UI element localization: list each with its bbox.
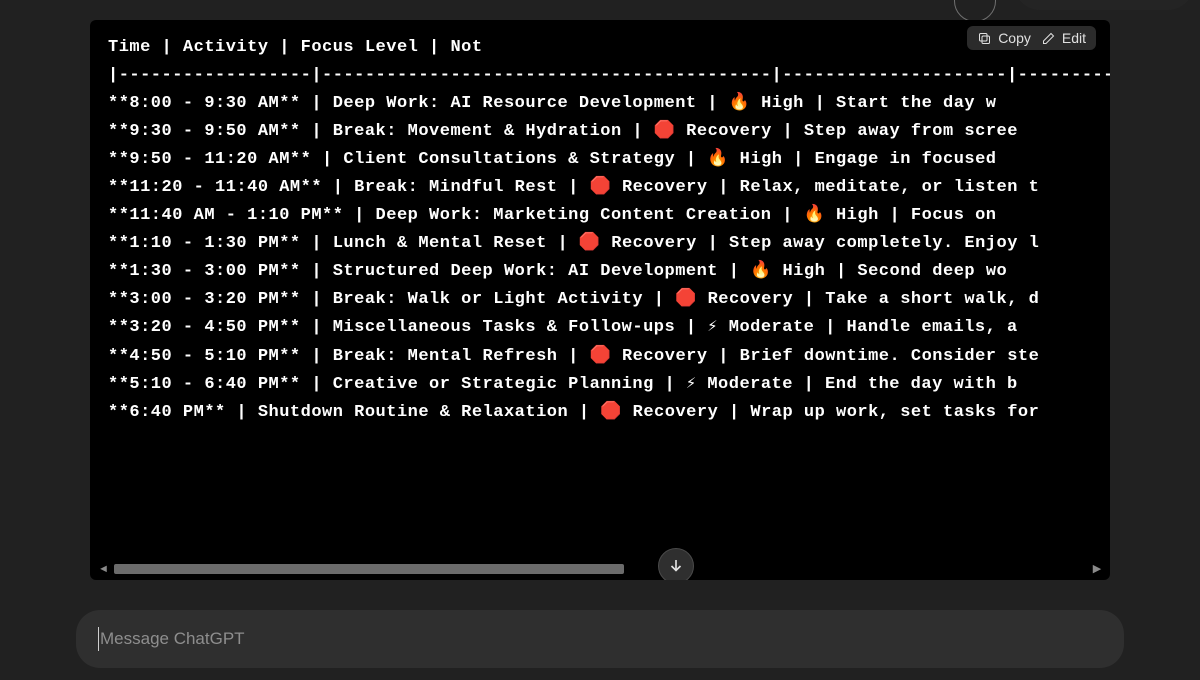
- copy-button[interactable]: Copy: [977, 30, 1031, 46]
- table-row: **8:00 - 9:30 AM** | Deep Work: AI Resou…: [108, 90, 1092, 118]
- code-actions-bar: Copy Edit: [967, 26, 1096, 50]
- scroll-thumb[interactable]: [114, 564, 624, 574]
- message-composer[interactable]: [76, 610, 1124, 668]
- top-avatar-arc: [954, 0, 996, 22]
- message-input[interactable]: [98, 628, 1102, 650]
- table-row: **3:00 - 3:20 PM** | Break: Walk or Ligh…: [108, 286, 1092, 314]
- table-header-row: Time | Activity | Focus Level | Not: [108, 34, 1092, 62]
- chat-area: Copy Edit Time | Activity | Focus Level …: [0, 0, 1200, 680]
- copy-label: Copy: [998, 30, 1031, 46]
- table-row: **6:40 PM** | Shutdown Routine & Relaxat…: [108, 399, 1092, 427]
- edit-label: Edit: [1062, 30, 1086, 46]
- horizontal-scrollbar[interactable]: ◄ ▶: [100, 562, 1100, 576]
- text-caret: [98, 627, 99, 651]
- table-row: **11:20 - 11:40 AM** | Break: Mindful Re…: [108, 174, 1092, 202]
- table-divider-row: |------------------|--------------------…: [108, 62, 1092, 90]
- code-block: Copy Edit Time | Activity | Focus Level …: [90, 20, 1110, 580]
- table-row: **5:10 - 6:40 PM** | Creative or Strateg…: [108, 371, 1092, 399]
- table-row: **1:30 - 3:00 PM** | Structured Deep Wor…: [108, 258, 1092, 286]
- table-row: **1:10 - 1:30 PM** | Lunch & Mental Rese…: [108, 230, 1092, 258]
- scroll-to-bottom-button[interactable]: [658, 548, 694, 580]
- table-row: **9:50 - 11:20 AM** | Client Consultatio…: [108, 146, 1092, 174]
- scroll-left-arrow[interactable]: ◄: [98, 562, 108, 576]
- scroll-right-arrow[interactable]: ▶: [1092, 562, 1102, 576]
- code-content[interactable]: Time | Activity | Focus Level | Not|----…: [90, 20, 1110, 558]
- edit-icon: [1041, 31, 1056, 46]
- top-button-edge: [1014, 0, 1194, 10]
- edit-button[interactable]: Edit: [1041, 30, 1086, 46]
- table-row: **3:20 - 4:50 PM** | Miscellaneous Tasks…: [108, 314, 1092, 342]
- table-row: **4:50 - 5:10 PM** | Break: Mental Refre…: [108, 343, 1092, 371]
- copy-icon: [977, 31, 992, 46]
- table-row: **11:40 AM - 1:10 PM** | Deep Work: Mark…: [108, 202, 1092, 230]
- arrow-down-icon: [667, 557, 685, 575]
- table-row: **9:30 - 9:50 AM** | Break: Movement & H…: [108, 118, 1092, 146]
